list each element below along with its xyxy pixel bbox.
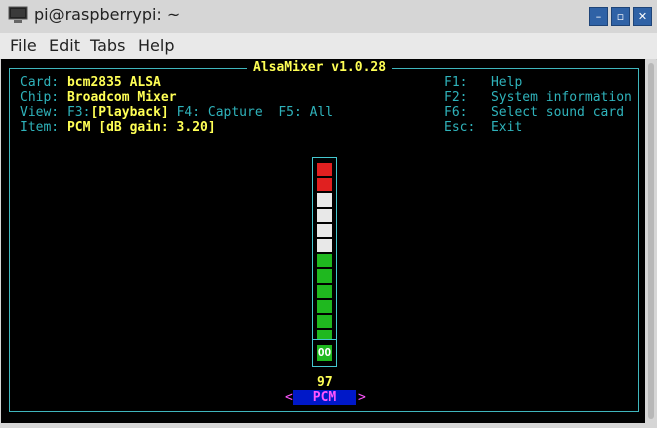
help-action: System information xyxy=(490,90,632,105)
chip-line: Chip: Broadcom Mixer xyxy=(20,90,177,105)
volume-segment xyxy=(317,223,332,237)
item-label: Item: xyxy=(20,120,60,135)
menu-help[interactable]: Help xyxy=(138,36,174,55)
scroll-thumb[interactable] xyxy=(648,63,654,419)
volume-bar[interactable] xyxy=(312,157,337,367)
view-label: View: xyxy=(20,105,60,120)
view-line: View: F3:[Playback] F4: Capture F5: All xyxy=(20,105,333,120)
mute-indicator: OO xyxy=(317,345,332,361)
close-button[interactable]: ✕ xyxy=(633,7,652,26)
help-action: Help xyxy=(490,75,523,90)
control-name-pcm[interactable]: PCM xyxy=(293,390,356,405)
view-capture[interactable]: F4: Capture xyxy=(177,105,263,120)
help-action: Select sound card xyxy=(490,105,625,120)
minimize-button[interactable]: – xyxy=(589,7,608,26)
chip-value: Broadcom Mixer xyxy=(66,90,177,105)
maximize-button[interactable]: ▫ xyxy=(611,7,630,26)
card-value: bcm2835 ALSA xyxy=(66,75,161,90)
volume-value: 97 xyxy=(317,375,333,390)
menu-edit[interactable]: Edit xyxy=(49,36,80,55)
mute-toggle[interactable]: OO xyxy=(312,339,337,367)
menu-tabs[interactable]: Tabs xyxy=(90,36,125,55)
volume-segment xyxy=(317,208,332,222)
help-key: Esc: xyxy=(444,120,476,135)
help-f2: F2: System information xyxy=(444,90,632,105)
help-key: F1: xyxy=(444,75,468,90)
volume-segment xyxy=(317,284,332,298)
mixer-title: AlsaMixer v1.0.28 xyxy=(247,60,393,75)
view-f3: F3: xyxy=(66,105,91,120)
view-playback[interactable]: [Playback] xyxy=(90,105,168,120)
volume-segment xyxy=(317,193,332,207)
right-arrow: > xyxy=(358,390,366,405)
volume-segment xyxy=(317,239,332,253)
help-esc: Esc: Exit xyxy=(444,120,522,135)
title-bar: pi@raspberrypi: ~ – ▫ ✕ xyxy=(0,0,657,33)
item-value: PCM [dB gain: 3.20] xyxy=(66,120,216,135)
item-line: Item: PCM [dB gain: 3.20] xyxy=(20,120,216,135)
view-all[interactable]: F5: All xyxy=(278,105,333,120)
window-title: pi@raspberrypi: ~ xyxy=(34,5,181,24)
menu-file[interactable]: File xyxy=(10,36,37,55)
help-key: F2: xyxy=(444,90,468,105)
help-key: F6: xyxy=(444,105,468,120)
volume-segment xyxy=(317,315,332,329)
terminal-area[interactable]: AlsaMixer v1.0.28 Card: bcm2835 ALSA Chi… xyxy=(1,59,645,423)
help-f6: F6: Select sound card xyxy=(444,105,624,120)
card-line: Card: bcm2835 ALSA xyxy=(20,75,161,90)
help-f1: F1: Help xyxy=(444,75,522,90)
volume-segment xyxy=(317,299,332,313)
volume-segment xyxy=(317,178,332,192)
volume-segment xyxy=(317,254,332,268)
scrollbar[interactable] xyxy=(646,59,656,423)
volume-segment xyxy=(317,269,332,283)
left-arrow: < xyxy=(285,390,293,405)
menu-bar: File Edit Tabs Help xyxy=(0,33,657,60)
volume-segment xyxy=(317,163,332,177)
help-action: Exit xyxy=(490,120,523,135)
card-label: Card: xyxy=(20,75,60,90)
terminal-icon xyxy=(8,6,28,23)
chip-label: Chip: xyxy=(20,90,60,105)
